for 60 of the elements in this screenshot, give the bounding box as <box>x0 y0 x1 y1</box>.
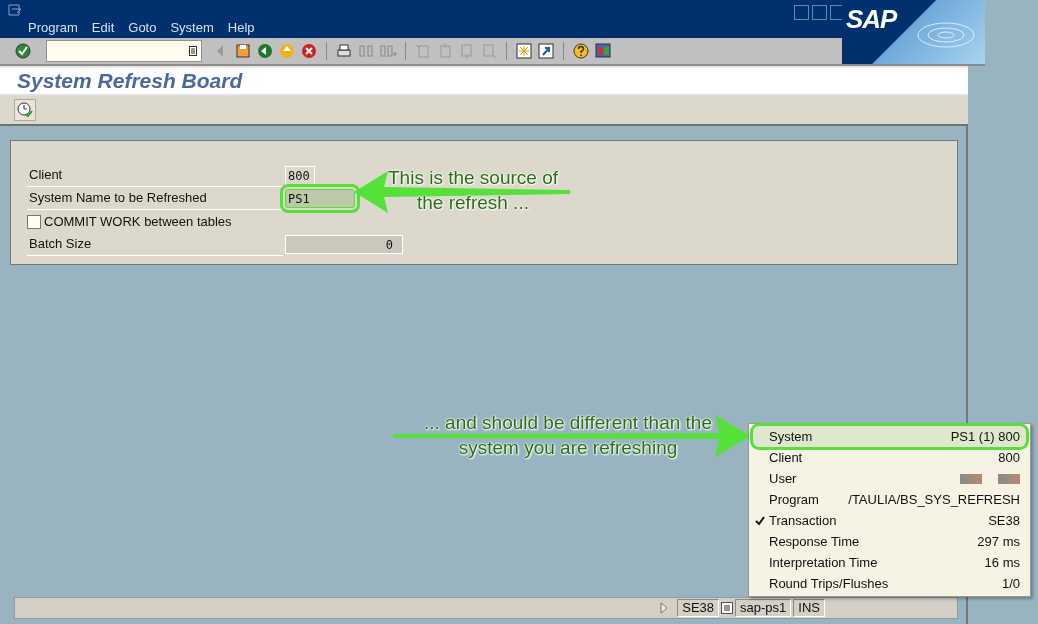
menu-item[interactable]: Interpretation Time 16 ms <box>753 552 1026 573</box>
menu-item-value: 800 <box>998 450 1020 465</box>
field-label: Batch Size <box>27 233 283 256</box>
cancel-icon[interactable] <box>300 42 318 60</box>
menu-item-value: 16 ms <box>984 555 1020 570</box>
save-icon[interactable] <box>234 42 252 60</box>
menu-item-value: 297 ms <box>977 534 1020 549</box>
status-field: INS <box>793 599 825 617</box>
annotation-text: ... and should be different than the system you are refreshing <box>422 411 713 460</box>
expand-triangle-icon[interactable] <box>659 602 670 614</box>
shortcut-icon[interactable] <box>537 42 555 60</box>
back-icon[interactable] <box>256 42 274 60</box>
layout-icon[interactable] <box>594 42 612 60</box>
menu-item-label: Transaction <box>769 513 838 528</box>
menu-item[interactable]: System <box>170 20 214 35</box>
logo-text: SAP <box>845 3 897 35</box>
menu-item[interactable]: Help <box>227 20 255 35</box>
menu-item-label: Client <box>769 450 804 465</box>
field-label: Client <box>27 164 283 187</box>
menu-item-value: SE38 <box>988 513 1020 528</box>
menu-item-value: 1/0 <box>1001 576 1020 591</box>
clock-check-icon <box>17 102 33 118</box>
enter-icon[interactable] <box>14 42 32 60</box>
menu-item[interactable]: User <box>753 468 1026 489</box>
menu-item[interactable]: Goto <box>128 20 157 35</box>
command-field[interactable] <box>46 40 202 62</box>
menu-item-label: User <box>769 471 798 486</box>
annotation-text: This is the source of the refresh ... <box>387 166 559 215</box>
input-field[interactable]: 800 <box>285 166 315 185</box>
menu-item[interactable]: Transaction SE38 <box>753 510 1026 531</box>
status-field: sap-ps1 <box>735 599 792 617</box>
execute-button[interactable] <box>14 99 36 121</box>
menu-item[interactable]: System PS1 (1) 800 <box>753 426 1026 447</box>
menu-item-label: Interpretation Time <box>769 555 879 570</box>
redacted-block <box>998 473 1020 484</box>
redacted-block <box>960 473 982 484</box>
menu-item[interactable]: Client 800 <box>753 447 1026 468</box>
window-icon <box>8 4 22 16</box>
maximize-button[interactable] <box>812 5 827 20</box>
menu-item-label: System <box>769 429 814 444</box>
status-field: SE38 <box>677 599 720 617</box>
checkbox-label: COMMIT WORK between tables <box>44 214 232 229</box>
history-icon[interactable] <box>189 46 197 56</box>
screen-title: System Refresh Board <box>17 69 243 93</box>
menu-item-label: Program <box>769 492 820 507</box>
menu-item[interactable]: Edit <box>91 20 115 35</box>
menu-item-label: Round Trips/Flushes <box>769 576 890 591</box>
menu-item[interactable]: Program <box>28 20 78 35</box>
print-icon[interactable] <box>335 42 353 60</box>
help-icon[interactable] <box>572 42 590 60</box>
new-session-icon[interactable] <box>515 42 533 60</box>
menu-item-value: PS1 (1) 800 <box>950 429 1020 444</box>
menu-item[interactable]: Round Trips/Flushes 1/0 <box>753 573 1026 594</box>
checkbox[interactable] <box>27 214 41 229</box>
menu-item-label: Response Time <box>769 534 861 549</box>
minimize-button[interactable] <box>794 5 809 20</box>
list-icon[interactable] <box>721 602 734 614</box>
menu-item[interactable]: Program /TAULIA/BS_SYS_REFRESH <box>753 489 1026 510</box>
menu-item-value: /TAULIA/BS_SYS_REFRESH <box>848 492 1020 507</box>
menu-item[interactable]: Response Time 297 ms <box>753 531 1026 552</box>
